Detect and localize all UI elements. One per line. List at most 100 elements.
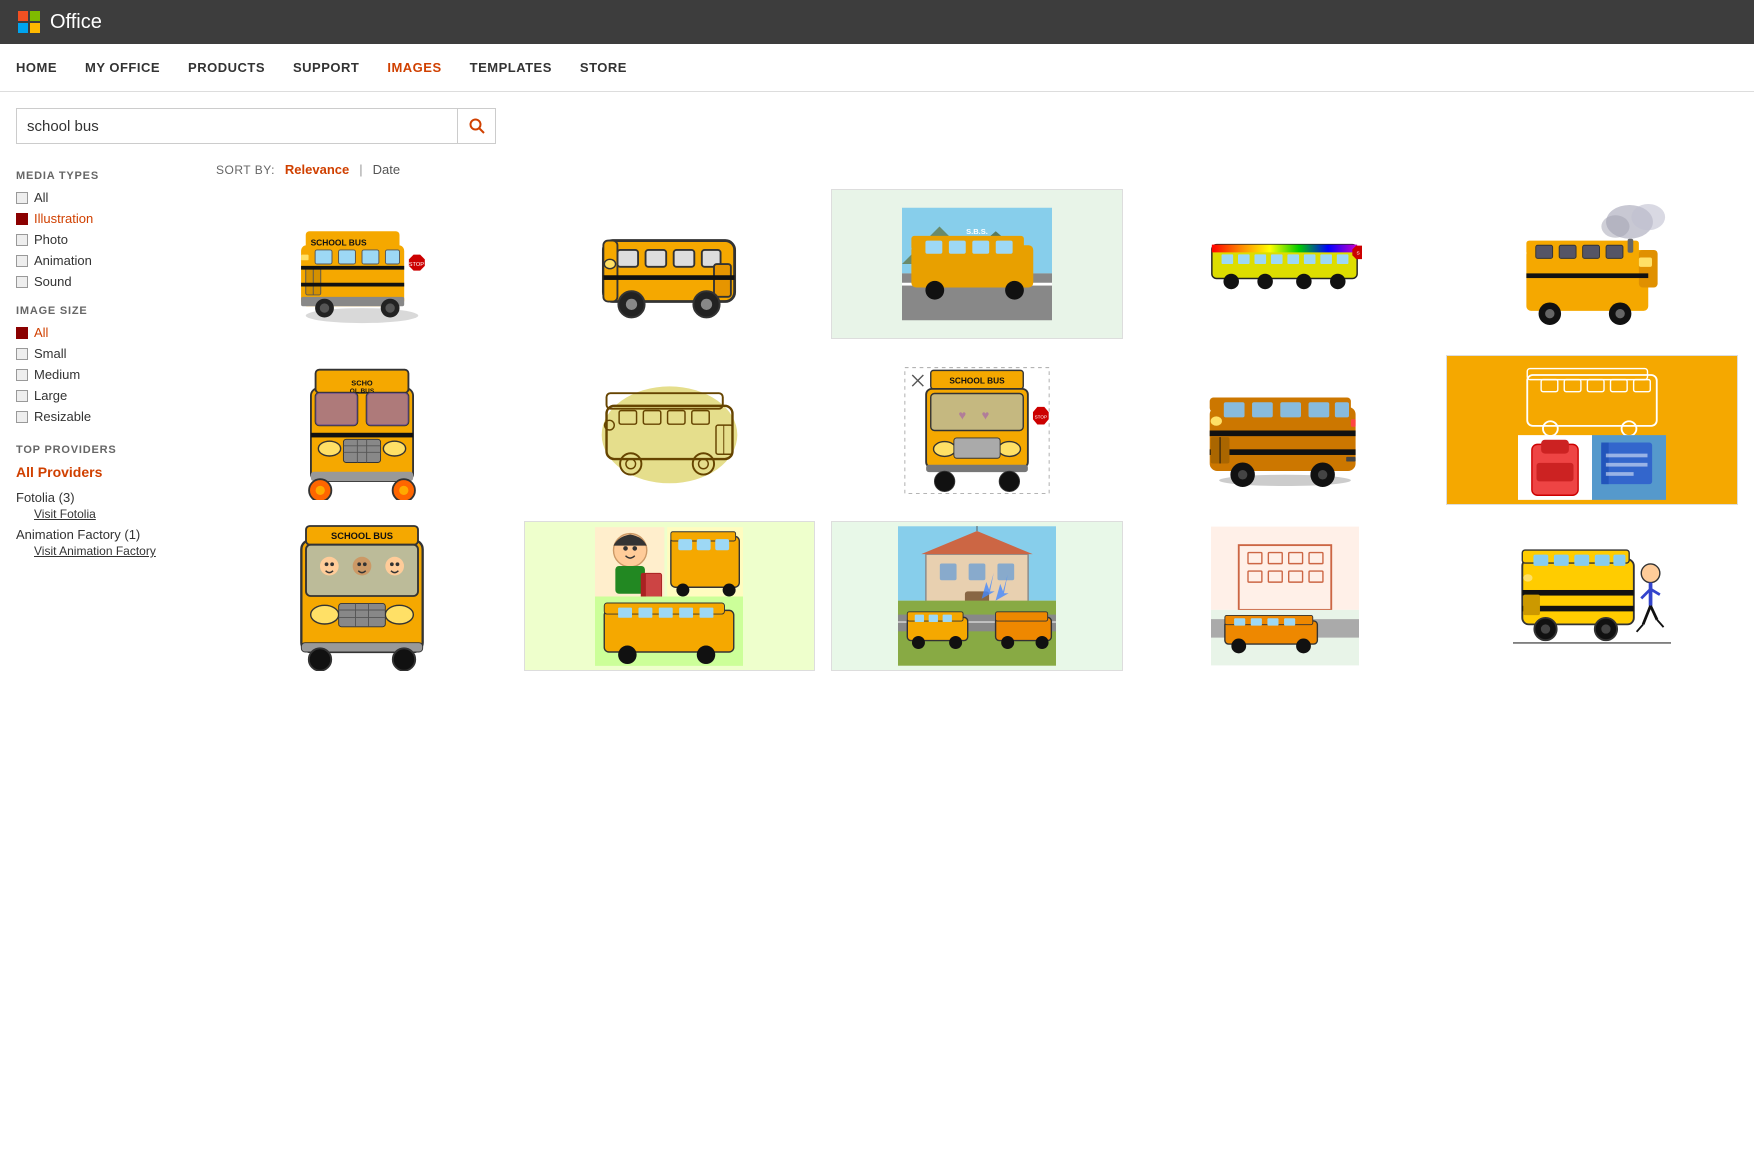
size-all-checkbox (16, 327, 28, 339)
nav-store[interactable]: STORE (580, 46, 627, 89)
image-cell-1[interactable]: SCHOOL BUS STOP (216, 189, 508, 339)
image-cell-2[interactable] (524, 189, 816, 339)
sort-relevance[interactable]: Relevance (285, 162, 349, 177)
image-cell-15[interactable] (1446, 521, 1738, 671)
filter-photo[interactable]: Photo (16, 232, 200, 247)
media-types-title: MEDIA TYPES (16, 170, 200, 182)
size-small-label: Small (34, 346, 67, 361)
bus-illustration-14 (1211, 526, 1359, 666)
image-cell-5[interactable] (1446, 189, 1738, 339)
filter-sound[interactable]: Sound (16, 274, 200, 289)
size-medium-label: Medium (34, 367, 80, 382)
svg-text:S.B.S.: S.B.S. (966, 227, 988, 236)
bus-illustration-7 (592, 370, 747, 490)
filter-photo-label: Photo (34, 232, 68, 247)
provider-fotolia-link[interactable]: Visit Fotolia (34, 507, 200, 521)
sort-label: SORT BY: (216, 163, 275, 177)
bus-illustration-5 (1517, 199, 1667, 329)
image-cell-4[interactable]: S (1139, 189, 1431, 339)
image-cell-14[interactable] (1139, 521, 1431, 671)
image-cell-6[interactable]: SCHO OL BUS (216, 355, 508, 505)
size-all-label: All (34, 325, 48, 340)
nav-products[interactable]: PRODUCTS (188, 46, 265, 89)
search-input[interactable] (17, 114, 457, 139)
bus-illustration-2 (594, 204, 744, 324)
bus-illustration-1: SCHOOL BUS STOP (287, 199, 437, 329)
filter-photo-checkbox (16, 234, 28, 246)
bus-illustration-3: S.B.S. (902, 204, 1052, 324)
svg-text:SCHOOL BUS: SCHOOL BUS (331, 531, 393, 541)
bus-illustration-13 (898, 526, 1056, 666)
content-area: SORT BY: Relevance | Date (216, 162, 1738, 687)
provider-animation-factory-link[interactable]: Visit Animation Factory (34, 544, 200, 558)
bus-illustration-12 (595, 524, 743, 669)
size-resizable-label: Resizable (34, 409, 91, 424)
main-nav: HOME MY OFFICE PRODUCTS SUPPORT IMAGES T… (0, 44, 1754, 92)
filter-all-label: All (34, 190, 48, 205)
svg-text:SCHO: SCHO (351, 378, 373, 387)
filter-illustration[interactable]: Illustration (16, 211, 200, 226)
search-icon (469, 118, 485, 134)
bus-illustration-4: S (1207, 234, 1362, 294)
nav-images[interactable]: IMAGES (387, 46, 441, 89)
search-box (16, 108, 496, 144)
filter-illustration-label: Illustration (34, 211, 93, 226)
svg-text:STOP: STOP (1035, 414, 1047, 419)
size-large[interactable]: Large (16, 388, 200, 403)
nav-myoffice[interactable]: MY OFFICE (85, 46, 160, 89)
bus-illustration-8: SCHOOL BUS ♥ ♥ S (903, 363, 1051, 498)
size-all[interactable]: All (16, 325, 200, 340)
office-logo-icon (16, 9, 42, 35)
filter-sound-checkbox (16, 276, 28, 288)
sort-bar: SORT BY: Relevance | Date (216, 162, 1738, 177)
image-cell-12[interactable] (524, 521, 816, 671)
image-cell-8[interactable]: SCHOOL BUS ♥ ♥ S (831, 355, 1123, 505)
filter-sound-label: Sound (34, 274, 72, 289)
image-grid-row3: SCHOOL BUS (216, 521, 1738, 671)
bus-illustration-6: SCHO OL BUS (297, 360, 427, 500)
office-logo: Office (16, 9, 102, 35)
image-cell-3[interactable]: S.B.S. (831, 189, 1123, 339)
filter-illustration-checkbox (16, 213, 28, 225)
svg-text:SCHOOL BUS: SCHOOL BUS (949, 375, 1005, 385)
search-button[interactable] (457, 108, 495, 144)
size-medium[interactable]: Medium (16, 367, 200, 382)
image-cell-13[interactable] (831, 521, 1123, 671)
image-grid-row1: SCHOOL BUS STOP (216, 189, 1738, 339)
filter-animation[interactable]: Animation (16, 253, 200, 268)
main-layout: MEDIA TYPES All Illustration Photo Anima… (0, 152, 1754, 697)
image-size-title: IMAGE SIZE (16, 305, 200, 317)
svg-text:S: S (1357, 250, 1360, 256)
image-grid-row2: SCHO OL BUS (216, 355, 1738, 505)
image-cell-9[interactable] (1139, 355, 1431, 505)
nav-templates[interactable]: TEMPLATES (470, 46, 552, 89)
size-small-checkbox (16, 348, 28, 360)
provider-fotolia-name: Fotolia (3) (16, 490, 200, 505)
size-medium-checkbox (16, 369, 28, 381)
nav-home[interactable]: HOME (16, 46, 57, 89)
size-large-checkbox (16, 390, 28, 402)
sort-date[interactable]: Date (373, 162, 400, 177)
sidebar: MEDIA TYPES All Illustration Photo Anima… (16, 162, 216, 687)
all-providers-label: All Providers (16, 464, 102, 480)
bus-illustration-11: SCHOOL BUS (292, 521, 432, 671)
all-providers[interactable]: All Providers (16, 464, 200, 480)
providers-title: TOP PROVIDERS (16, 444, 200, 456)
image-cell-7[interactable] (524, 355, 816, 505)
nav-support[interactable]: SUPPORT (293, 46, 359, 89)
svg-text:SCHOOL BUS: SCHOOL BUS (310, 237, 366, 247)
size-resizable[interactable]: Resizable (16, 409, 200, 424)
office-title: Office (50, 11, 102, 34)
filter-all-checkbox (16, 192, 28, 204)
size-small[interactable]: Small (16, 346, 200, 361)
image-cell-10[interactable] (1446, 355, 1738, 505)
bus-illustration-9 (1205, 373, 1365, 488)
filter-animation-label: Animation (34, 253, 92, 268)
size-resizable-checkbox (16, 411, 28, 423)
image-cell-11[interactable]: SCHOOL BUS (216, 521, 508, 671)
size-large-label: Large (34, 388, 67, 403)
bus-illustration-15 (1513, 529, 1671, 664)
provider-animation-factory-name: Animation Factory (1) (16, 527, 200, 542)
filter-all[interactable]: All (16, 190, 200, 205)
filter-animation-checkbox (16, 255, 28, 267)
